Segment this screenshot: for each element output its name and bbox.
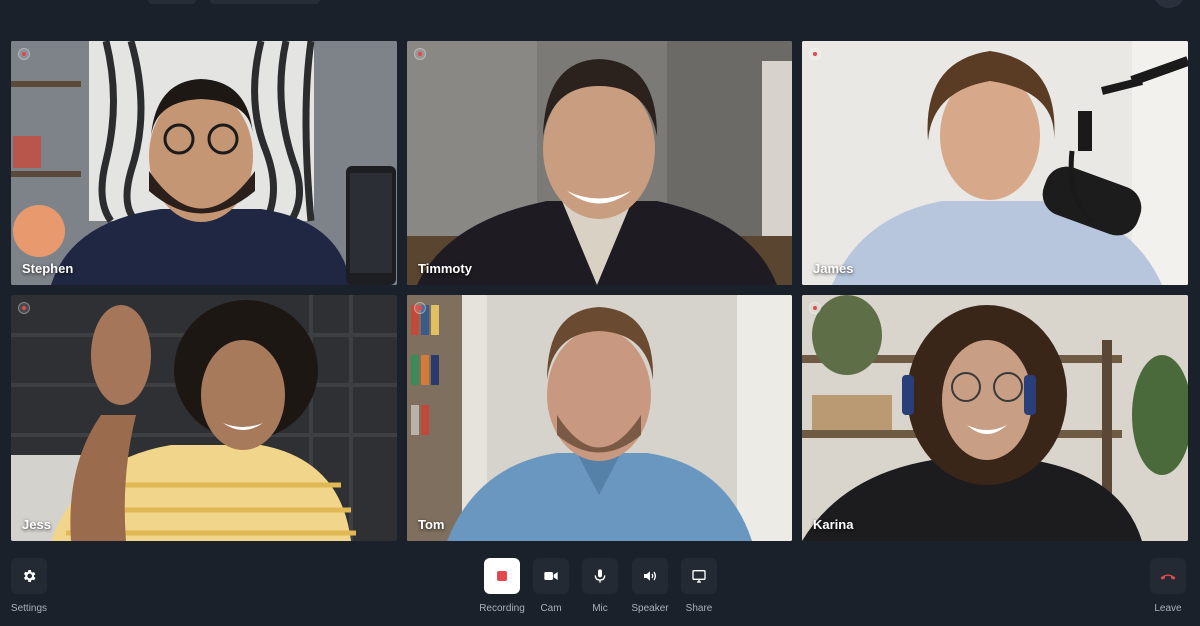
speaker-icon [644, 571, 656, 581]
video-grid: Stephen Timmoty James Jess Tom Karina [11, 41, 1188, 541]
cam-control[interactable]: Cam [531, 558, 571, 614]
leave-control[interactable]: Leave [1148, 558, 1188, 614]
video-tile-stephen[interactable]: Stephen [11, 41, 397, 285]
speaker-control[interactable]: Speaker [630, 558, 670, 614]
top-control[interactable] [210, 0, 320, 4]
settings-control[interactable]: Settings [9, 558, 49, 614]
speaker-button[interactable] [632, 558, 668, 594]
avatar[interactable] [1154, 0, 1184, 8]
participant-name: Tom [418, 517, 445, 532]
video-tile-jess[interactable]: Jess [11, 295, 397, 541]
participant-video [802, 41, 1188, 285]
video-tile-tom[interactable]: Tom [407, 295, 792, 541]
share-label: Share [685, 603, 713, 614]
participant-video [802, 295, 1188, 541]
recording-control[interactable]: Recording [479, 558, 525, 614]
participant-name: Timmoty [418, 261, 472, 276]
participant-name: James [813, 261, 854, 276]
top-bar [0, 0, 1200, 14]
speaker-label: Speaker [631, 603, 669, 614]
participant-video [11, 295, 397, 541]
screen-share-icon [692, 570, 706, 583]
phone-hangup-icon [1160, 574, 1176, 580]
video-tile-karina[interactable]: Karina [802, 295, 1188, 541]
share-control[interactable]: Share [679, 558, 719, 614]
recording-indicator-icon [414, 302, 426, 314]
cam-button[interactable] [533, 558, 569, 594]
video-tile-james[interactable]: James [802, 41, 1188, 285]
recording-label: Recording [479, 603, 525, 614]
participant-name: Stephen [22, 261, 74, 276]
microphone-icon [594, 569, 606, 583]
participant-name: Karina [813, 517, 854, 532]
mic-control[interactable]: Mic [580, 558, 620, 614]
share-button[interactable] [681, 558, 717, 594]
video-tile-timmoty[interactable]: Timmoty [407, 41, 792, 285]
participant-video [407, 295, 792, 541]
leave-label: Leave [1154, 603, 1182, 614]
cam-label: Cam [540, 603, 562, 614]
recording-button[interactable] [484, 558, 520, 594]
mic-button[interactable] [582, 558, 618, 594]
call-toolbar: Settings Recording Cam Mic Speaker Share… [0, 558, 1200, 626]
settings-label: Settings [10, 603, 48, 614]
participant-video [11, 41, 397, 285]
mic-label: Mic [592, 603, 608, 614]
leave-button[interactable] [1150, 558, 1186, 594]
gear-icon [23, 570, 36, 582]
recording-indicator-icon [809, 48, 821, 60]
recording-indicator-icon [809, 302, 821, 314]
participant-name: Jess [22, 517, 51, 532]
recording-indicator-icon [18, 48, 30, 60]
settings-button[interactable] [11, 558, 47, 594]
participant-video [407, 41, 792, 285]
record-icon [497, 571, 507, 581]
recording-indicator-icon [414, 48, 426, 60]
top-control[interactable] [148, 0, 196, 4]
recording-indicator-icon [18, 302, 30, 314]
camera-icon [544, 572, 558, 580]
